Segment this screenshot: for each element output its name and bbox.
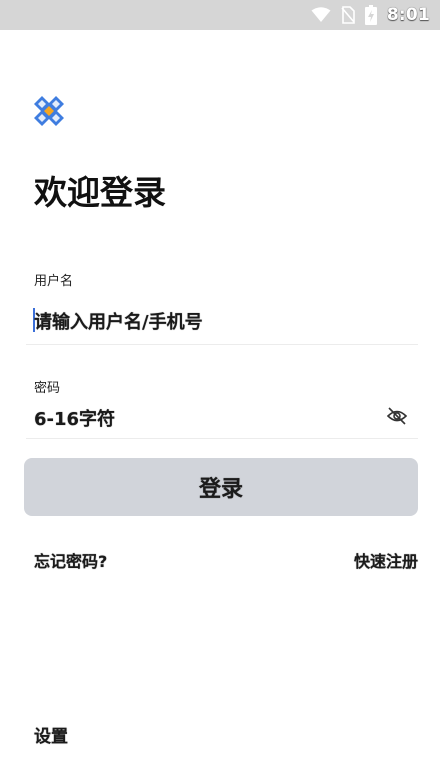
status-time: 8:01 [386,5,430,25]
username-label: 用户名 [34,274,74,289]
eye-off-icon[interactable] [386,405,408,427]
no-sim-icon [341,6,355,24]
login-button-label: 登录 [198,477,243,502]
username-field[interactable]: 请输入用户名/手机号 [26,300,418,345]
app-logo-icon [34,96,64,126]
username-placeholder[interactable]: 请输入用户名/手机号 [34,308,203,334]
password-placeholder[interactable]: 6-16字符 [34,405,115,431]
quick-register-link[interactable]: 快速注册 [354,548,418,572]
page-title: 欢迎登录 [34,173,166,212]
login-button[interactable]: 登录 [24,458,418,516]
wifi-icon [311,7,331,22]
password-field[interactable]: 6-16字符 [26,395,418,439]
status-bar: 8:01 [0,0,440,30]
settings-link[interactable]: 设置 [34,722,68,747]
password-label: 密码 [34,381,61,396]
forgot-password-link[interactable]: 忘记密码? [34,548,107,572]
battery-charging-icon [364,5,377,25]
